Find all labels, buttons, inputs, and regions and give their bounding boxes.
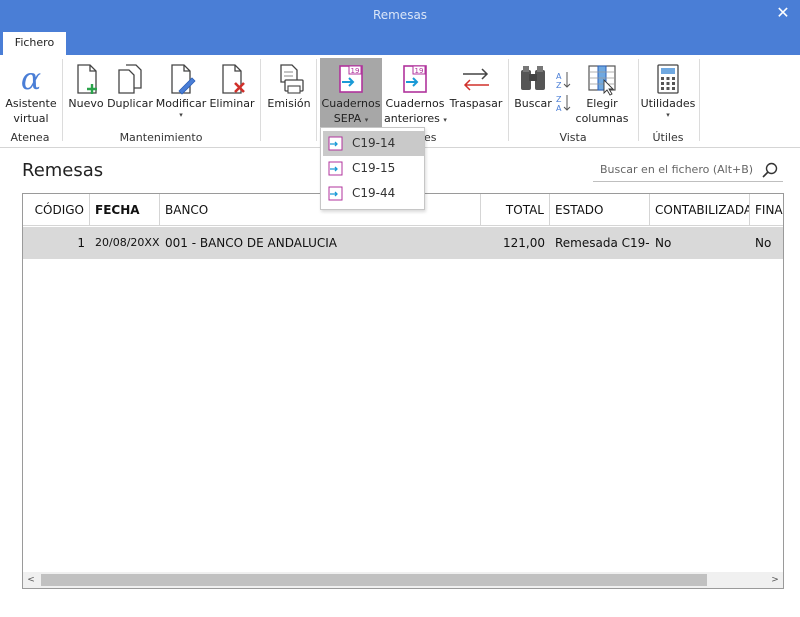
cell-finan: No — [755, 236, 772, 250]
sepa-notebook-icon — [328, 161, 343, 176]
calculator-icon — [657, 64, 679, 94]
duplicate-icon — [118, 64, 142, 94]
column-header-contabilizada[interactable]: CONTABILIZADA — [650, 194, 750, 226]
svg-text:19: 19 — [351, 67, 360, 75]
delete-document-icon — [222, 64, 245, 94]
ribbon-tabstrip: Fichero — [0, 30, 800, 55]
svg-text:Z: Z — [556, 81, 562, 90]
ribbon-separator — [316, 59, 317, 141]
ribbon-separator — [260, 59, 261, 141]
alpha-icon: α — [21, 62, 41, 96]
ribbon-separator — [638, 59, 639, 141]
eliminar-button[interactable]: Eliminar — [209, 58, 255, 130]
modificar-button[interactable]: Modificar ▾ — [155, 58, 207, 130]
sort-az-icon[interactable]: A Z Z A — [554, 69, 572, 113]
menu-item-c19-44[interactable]: C19-44 — [323, 181, 424, 206]
group-emision: Emisión — [262, 55, 314, 148]
nuevo-button[interactable]: Nuevo — [67, 58, 105, 130]
old-notebook-icon: 19 — [403, 65, 427, 93]
page-title: Remesas — [22, 160, 104, 181]
tab-fichero[interactable]: Fichero — [3, 32, 66, 55]
group-label-utiles: Útiles — [652, 131, 684, 144]
column-header-finan[interactable]: FINAN — [750, 194, 783, 226]
window-title: Remesas — [372, 8, 428, 22]
remesas-table: CÓDIGO FECHA BANCO TOTAL ESTADO CONTABIL… — [22, 193, 784, 589]
column-header-estado[interactable]: ESTADO — [550, 194, 650, 226]
table-row[interactable]: 1 20/08/20XX 001 - BANCO DE ANDALUCIA 12… — [23, 227, 783, 259]
search-icon[interactable] — [761, 161, 779, 179]
column-header-codigo[interactable]: CÓDIGO — [23, 194, 90, 226]
group-utiles: Utilidades ▾ Útiles — [640, 55, 696, 148]
traspasar-button[interactable]: Traspasar — [448, 58, 504, 130]
emision-button[interactable]: Emisión — [264, 58, 314, 130]
close-icon[interactable]: ✕ — [774, 4, 792, 22]
ribbon-separator — [508, 59, 509, 141]
asistente-virtual-button[interactable]: α Asistente virtual — [3, 58, 59, 130]
cell-fecha: 20/08/20XX — [95, 236, 160, 249]
scroll-left-icon[interactable]: < — [23, 572, 39, 588]
cell-contabilizada: No — [655, 236, 672, 250]
sepa-notebook-icon — [328, 186, 343, 201]
binoculars-icon — [521, 66, 545, 90]
title-bar: Remesas ✕ — [0, 0, 800, 30]
transfer-arrows-icon — [463, 68, 489, 91]
svg-text:Z: Z — [556, 95, 562, 104]
column-header-total[interactable]: TOTAL — [481, 194, 550, 226]
menu-item-c19-14[interactable]: C19-14 — [323, 131, 424, 156]
search-box[interactable]: Buscar en el fichero (Alt+B) — [593, 158, 783, 182]
group-label-vista: Vista — [559, 131, 587, 144]
column-header-fecha[interactable]: FECHA — [90, 194, 160, 226]
group-label-atenea: Atenea — [10, 131, 50, 144]
cuadernos-sepa-dropdown: C19-14 C19-15 C19-44 — [320, 127, 425, 210]
svg-text:A: A — [556, 72, 562, 81]
group-label-cuadernos: es — [424, 131, 437, 144]
group-vista: Buscar A Z Z A Elegir columnas Vista — [510, 55, 636, 148]
cell-estado: Remesada C19-... — [555, 236, 650, 250]
horizontal-scrollbar[interactable]: < > — [23, 572, 783, 588]
cell-banco: 001 - BANCO DE ANDALUCIA — [165, 236, 337, 250]
utilidades-button[interactable]: Utilidades ▾ — [640, 58, 696, 130]
svg-text:α: α — [21, 62, 41, 96]
svg-text:A: A — [556, 104, 562, 113]
sepa-notebook-icon: 19 — [339, 65, 363, 93]
group-atenea: α Asistente virtual Atenea — [0, 55, 60, 148]
ribbon-separator — [699, 59, 700, 141]
buscar-button[interactable]: Buscar — [513, 58, 553, 130]
scrollbar-thumb[interactable] — [41, 574, 707, 586]
menu-item-c19-15[interactable]: C19-15 — [323, 156, 424, 181]
scroll-right-icon[interactable]: > — [767, 572, 783, 588]
duplicar-button[interactable]: Duplicar — [107, 58, 153, 130]
cell-total: 121,00 — [503, 236, 545, 250]
cuadernos-anteriores-button[interactable]: 19 Cuadernos anteriores ▾ — [384, 58, 447, 130]
print-icon — [280, 64, 304, 94]
svg-text:19: 19 — [415, 67, 424, 75]
group-label-mantenimiento: Mantenimiento — [119, 131, 203, 144]
elegir-columnas-button[interactable]: Elegir columnas — [574, 58, 630, 130]
new-document-icon — [77, 64, 97, 94]
columns-chooser-icon — [588, 65, 616, 96]
cell-codigo: 1 — [77, 236, 85, 250]
ribbon-separator — [62, 59, 63, 141]
sepa-notebook-icon — [328, 136, 343, 151]
group-mantenimiento: Nuevo Duplicar Modificar ▾ Eliminar Mant… — [64, 55, 258, 148]
edit-document-icon — [171, 64, 196, 95]
cuadernos-sepa-button[interactable]: 19 Cuadernos SEPA ▾ — [320, 58, 382, 130]
search-placeholder: Buscar en el fichero (Alt+B) — [600, 163, 754, 176]
